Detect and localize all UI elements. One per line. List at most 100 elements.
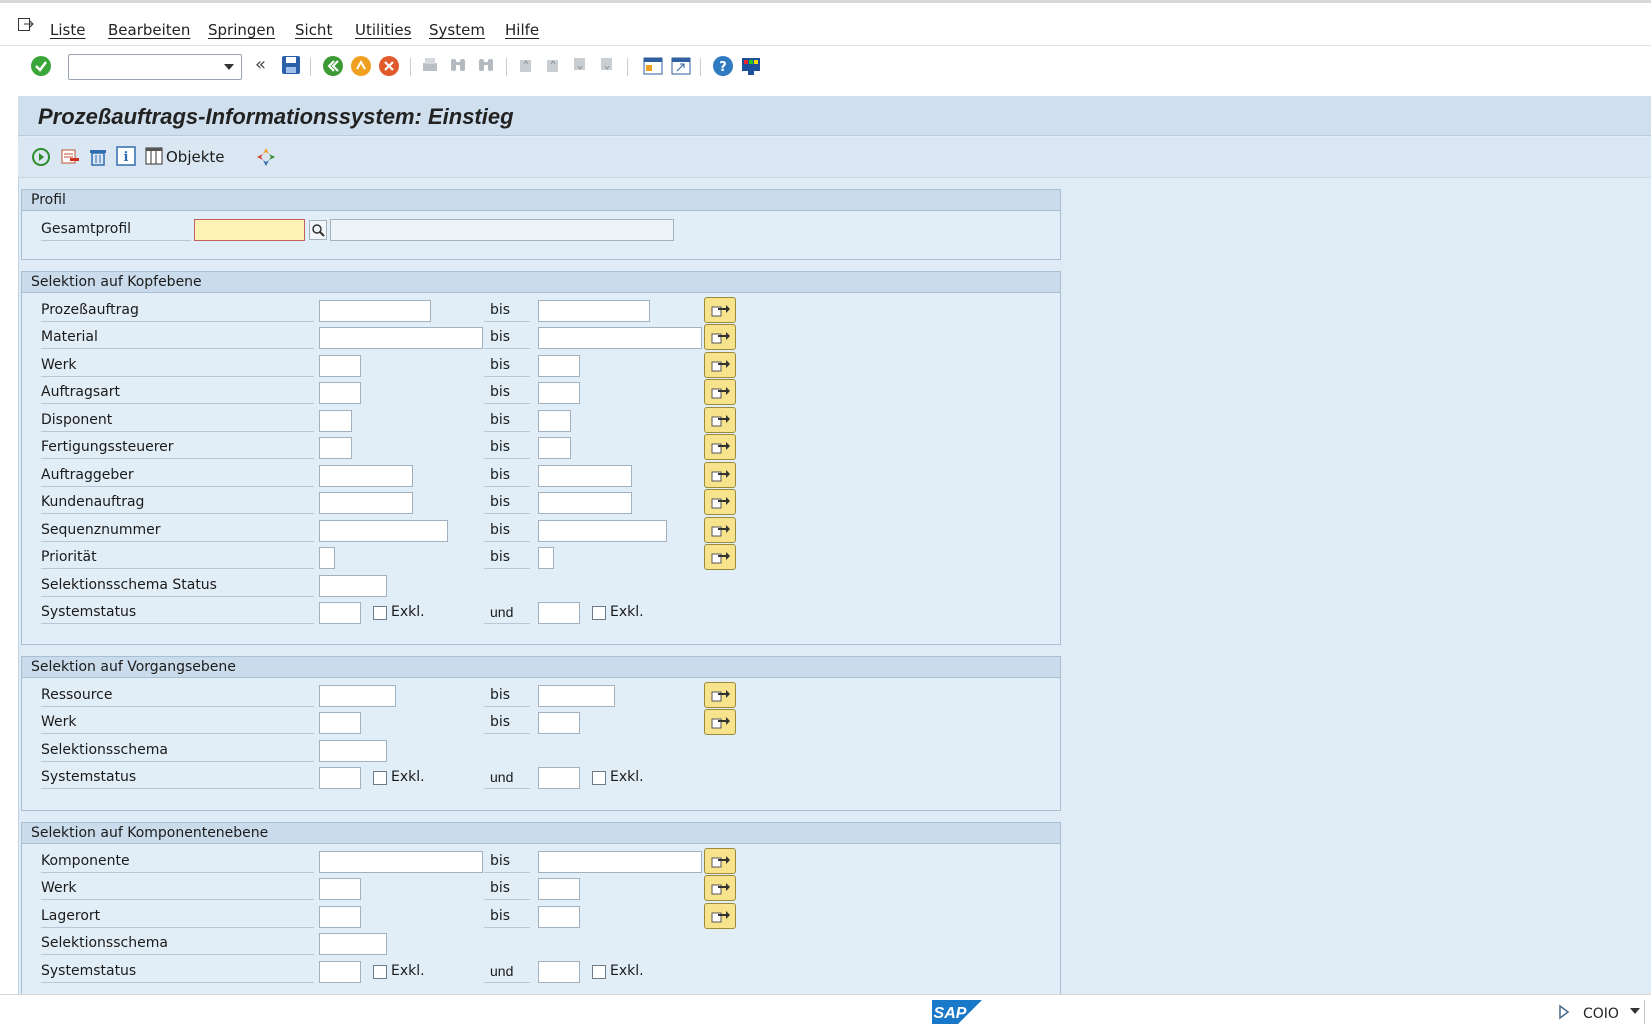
lagerort-to-input[interactable] [538, 906, 580, 928]
enter-icon[interactable] [30, 55, 52, 77]
exkl-checkbox[interactable] [592, 965, 606, 979]
multiple-selection-button[interactable] [704, 517, 736, 543]
material-to-input[interactable] [538, 327, 702, 349]
objects-button[interactable]: Objekte [166, 148, 225, 166]
previous-icon[interactable] [322, 55, 344, 77]
exkl-checkbox[interactable] [592, 606, 606, 620]
form-row-gesamtprofil: Gesamtprofil [22, 216, 1060, 242]
multiple-selection-button[interactable] [704, 848, 736, 874]
multiple-selection-button[interactable] [704, 434, 736, 460]
prozessauftrag-to-input[interactable] [538, 300, 650, 322]
multiple-selection-button[interactable] [704, 544, 736, 570]
werk-from-input[interactable] [319, 355, 361, 377]
multiple-selection-button[interactable] [704, 297, 736, 323]
help-icon[interactable]: ? [712, 55, 734, 77]
menu-utilities[interactable]: Utilities [355, 21, 411, 39]
save-icon[interactable] [281, 55, 301, 75]
selektionsschema-status-input[interactable] [319, 575, 387, 597]
multiple-selection-button[interactable] [704, 875, 736, 901]
info-icon[interactable]: i [116, 146, 136, 166]
menu-icon[interactable] [18, 18, 34, 32]
exkl-checkbox[interactable] [373, 606, 387, 620]
systemstatus-2-input[interactable] [538, 961, 580, 983]
material-from-input[interactable] [319, 327, 483, 349]
disponent-to-input[interactable] [538, 410, 571, 432]
multiple-selection-button[interactable] [704, 324, 736, 350]
chevron-down-icon[interactable] [1629, 1006, 1641, 1016]
sequenznummer-to-input[interactable] [538, 520, 667, 542]
search-icon[interactable] [309, 220, 327, 240]
delete-row-icon[interactable] [60, 147, 80, 167]
gesamtprofil-input[interactable] [194, 219, 305, 241]
expand-status-icon[interactable] [1558, 1004, 1570, 1020]
print-icon[interactable] [420, 55, 440, 75]
exkl-checkbox[interactable] [592, 771, 606, 785]
werk-from-input[interactable] [319, 712, 361, 734]
create-session-icon[interactable] [642, 55, 664, 77]
komponente-to-input[interactable] [538, 851, 702, 873]
ressource-from-input[interactable] [319, 685, 396, 707]
werk-to-input[interactable] [538, 355, 580, 377]
menu-sicht[interactable]: Sicht [295, 21, 332, 39]
systemstatus-input[interactable] [319, 602, 361, 624]
exkl-label: Exkl. [610, 604, 644, 620]
cancel-icon[interactable] [378, 55, 400, 77]
werk-from-input[interactable] [319, 878, 361, 900]
fertigungssteuerer-to-input[interactable] [538, 437, 571, 459]
systemstatus-2-input[interactable] [538, 602, 580, 624]
exit-icon[interactable] [350, 55, 372, 77]
multiple-selection-button[interactable] [704, 682, 736, 708]
menu-bearbeiten[interactable]: Bearbeiten [108, 21, 190, 39]
ressource-to-input[interactable] [538, 685, 615, 707]
systemstatus-2-input[interactable] [538, 767, 580, 789]
lagerort-from-input[interactable] [319, 906, 361, 928]
auftraggeber-from-input[interactable] [319, 465, 413, 487]
back-icon[interactable]: « [255, 54, 266, 75]
multiple-selection-button[interactable] [704, 462, 736, 488]
auftraggeber-to-input[interactable] [538, 465, 632, 487]
kundenauftrag-to-input[interactable] [538, 492, 632, 514]
exkl-checkbox[interactable] [373, 965, 387, 979]
last-page-icon[interactable] [597, 55, 617, 75]
first-page-icon[interactable] [516, 55, 536, 75]
variant-icon[interactable] [255, 146, 277, 168]
auftragsart-to-input[interactable] [538, 382, 580, 404]
disponent-from-input[interactable] [319, 410, 352, 432]
find-next-icon[interactable] [476, 55, 496, 75]
customize-icon[interactable] [740, 55, 762, 77]
command-field[interactable] [68, 54, 242, 80]
menu-liste[interactable]: Liste [50, 21, 85, 39]
multiple-selection-button[interactable] [704, 903, 736, 929]
sequenznummer-from-input[interactable] [319, 520, 448, 542]
multiple-selection-button[interactable] [704, 709, 736, 735]
komponente-from-input[interactable] [319, 851, 483, 873]
multiple-selection-button[interactable] [704, 379, 736, 405]
prioritaet-from-input[interactable] [319, 547, 335, 569]
find-icon[interactable] [448, 55, 468, 75]
menu-system[interactable]: System [429, 21, 485, 39]
menu-springen[interactable]: Springen [208, 21, 275, 39]
selektionsschema-input[interactable] [319, 933, 387, 955]
kundenauftrag-from-input[interactable] [319, 492, 413, 514]
execute-icon[interactable] [31, 147, 51, 167]
prioritaet-to-input[interactable] [538, 547, 554, 569]
fertigungssteuerer-from-input[interactable] [319, 437, 352, 459]
systemstatus-input[interactable] [319, 961, 361, 983]
werk-to-input[interactable] [538, 878, 580, 900]
prozessauftrag-from-input[interactable] [319, 300, 431, 322]
multiple-selection-button[interactable] [704, 407, 736, 433]
previous-page-icon[interactable] [543, 55, 563, 75]
selektionsschema-input[interactable] [319, 740, 387, 762]
chevron-down-icon[interactable] [224, 64, 234, 70]
werk-to-input[interactable] [538, 712, 580, 734]
menu-hilfe[interactable]: Hilfe [505, 21, 539, 39]
next-page-icon[interactable] [570, 55, 590, 75]
auftragsart-from-input[interactable] [319, 382, 361, 404]
multiple-selection-button[interactable] [704, 489, 736, 515]
multiple-selection-button[interactable] [704, 352, 736, 378]
objects-icon[interactable] [145, 147, 163, 165]
shortcut-icon[interactable] [670, 55, 692, 77]
exkl-checkbox[interactable] [373, 771, 387, 785]
trash-icon[interactable] [88, 147, 108, 167]
systemstatus-input[interactable] [319, 767, 361, 789]
